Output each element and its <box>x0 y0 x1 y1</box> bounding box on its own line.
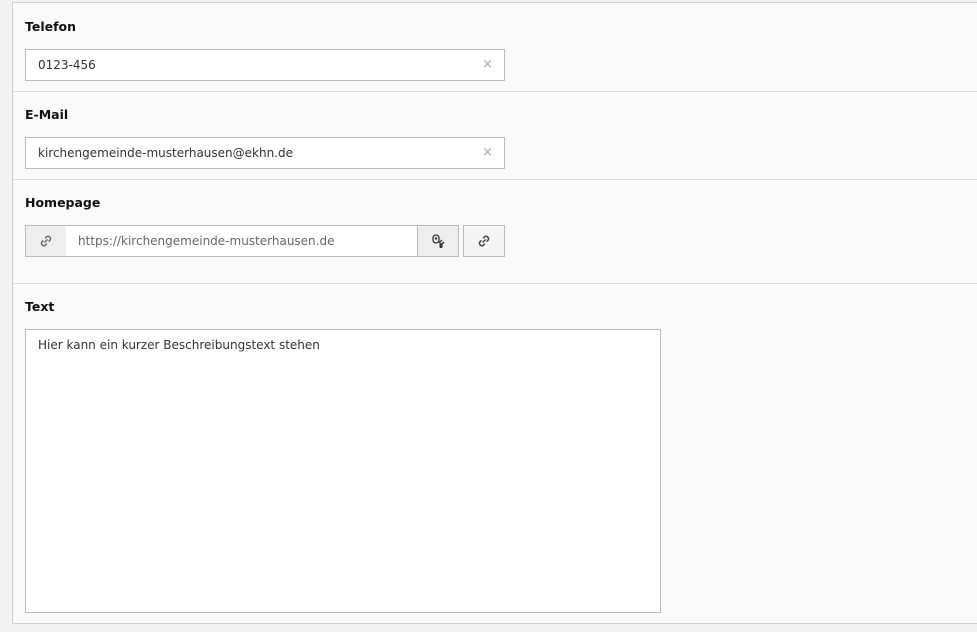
clear-icon[interactable]: × <box>482 58 493 72</box>
email-section: E-Mail kirchengemeinde-musterhausen@ekhn… <box>13 91 977 180</box>
link-prefix-addon <box>25 225 67 257</box>
link-icon <box>477 234 491 248</box>
telefon-input-value: 0123-456 <box>38 58 96 72</box>
email-input[interactable]: kirchengemeinde-musterhausen@ekhn.de × <box>25 137 505 169</box>
clear-icon[interactable]: × <box>482 146 493 160</box>
homepage-label: Homepage <box>25 195 101 210</box>
email-input-value: kirchengemeinde-musterhausen@ekhn.de <box>38 146 294 160</box>
link-icon <box>39 234 53 248</box>
telefon-section: Telefon 0123-456 × <box>13 3 977 92</box>
email-label: E-Mail <box>25 107 69 122</box>
homepage-input-value: https://kirchengemeinde-musterhausen.de <box>78 234 335 248</box>
text-label: Text <box>25 299 55 314</box>
text-section: Text Hier kann ein kurzer Beschreibungst… <box>13 283 977 623</box>
telefon-input[interactable]: 0123-456 × <box>25 49 505 81</box>
homepage-input[interactable]: https://kirchengemeinde-musterhausen.de <box>66 225 418 257</box>
telefon-label: Telefon <box>25 19 77 34</box>
link-browser-button[interactable] <box>463 225 505 257</box>
text-textarea[interactable]: Hier kann ein kurzer Beschreibungstext s… <box>25 329 661 613</box>
unlink-explode-icon <box>430 233 446 249</box>
unlink-button[interactable] <box>417 225 459 257</box>
form-panel: Telefon 0123-456 × E-Mail kirchengemeind… <box>12 2 977 624</box>
homepage-section: Homepage https://kirchengemeinde-musterh… <box>13 179 977 284</box>
text-textarea-value: Hier kann ein kurzer Beschreibungstext s… <box>38 338 320 352</box>
